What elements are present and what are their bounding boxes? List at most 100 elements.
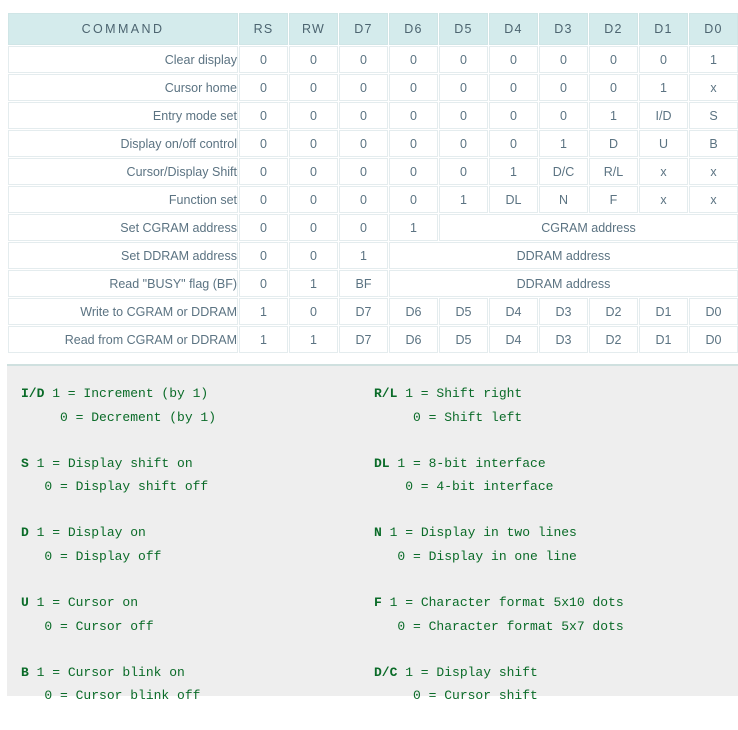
table-row: Entry mode set 0 0 0 0 0 0 0 1 I/D S (8, 102, 738, 129)
column-header-rs: RS (239, 13, 288, 45)
legend-group: N 1 = Display in two lines 0 = Display i… (374, 521, 624, 568)
bit-cell: U (639, 130, 688, 157)
column-header-command: COMMAND (8, 13, 238, 45)
legend-line-one: I/D 1 = Increment (by 1) (21, 382, 216, 406)
bit-cell: 0 (339, 158, 388, 185)
bit-cell: 0 (289, 242, 338, 269)
bit-cell: D2 (589, 326, 638, 353)
legend-value-on: 1 = Cursor on (28, 595, 139, 611)
legend-key-label: N (374, 525, 382, 541)
bit-cell: B (689, 130, 738, 157)
legend-line-one: F 1 = Character format 5x10 dots (374, 591, 624, 615)
command-name-cell: Set CGRAM address (8, 214, 238, 241)
bit-cell: 0 (389, 158, 438, 185)
hd44780-command-table: COMMAND RS RW D7 D6 D5 D4 D3 D2 D1 D0 Cl… (7, 12, 738, 354)
bit-cell: 1 (339, 242, 388, 269)
table-row: Set DDRAM address 0 0 1 DDRAM address (8, 242, 738, 269)
table-row: Cursor home 0 0 0 0 0 0 0 0 1 x (8, 74, 738, 101)
bit-cell: D5 (439, 326, 488, 353)
bit-cell: 0 (339, 186, 388, 213)
legend-inner: I/D 1 = Increment (by 1) 0 = Decrement (… (7, 366, 738, 703)
legend-group: D/C 1 = Display shift 0 = Cursor shift (374, 661, 624, 708)
bit-cell: 0 (589, 46, 638, 73)
bit-cell: R/L (589, 158, 638, 185)
bit-cell: 0 (239, 130, 288, 157)
bit-cell: 0 (289, 158, 338, 185)
bit-cell: I/D (639, 102, 688, 129)
command-name-cell: Cursor/Display Shift (8, 158, 238, 185)
legend-panel: I/D 1 = Increment (by 1) 0 = Decrement (… (7, 364, 738, 703)
address-span-cell: DDRAM address (389, 242, 738, 269)
column-header-d0: D0 (689, 13, 738, 45)
bit-cell: 0 (489, 130, 538, 157)
legend-line-one: D/C 1 = Display shift (374, 661, 624, 685)
bit-cell: D1 (639, 298, 688, 325)
bit-cell: 0 (389, 46, 438, 73)
bit-cell: 1 (239, 326, 288, 353)
bit-cell: 0 (339, 214, 388, 241)
bit-cell: N (539, 186, 588, 213)
bit-cell: D0 (689, 326, 738, 353)
table-row: Display on/off control 0 0 0 0 0 0 1 D U B (8, 130, 738, 157)
command-name-cell: Read "BUSY" flag (BF) (8, 270, 238, 297)
legend-key-label: U (21, 595, 29, 611)
legend-value-on: 1 = 8-bit interface (389, 455, 546, 471)
legend-value-on: 1 = Display in two lines (381, 525, 577, 541)
bit-cell: D (589, 130, 638, 157)
bit-cell: 0 (339, 130, 388, 157)
command-name-cell: Clear display (8, 46, 238, 73)
bit-cell: F (589, 186, 638, 213)
command-name-cell: Read from CGRAM or DDRAM (8, 326, 238, 353)
legend-line-two: 0 = Cursor off (21, 618, 154, 634)
bit-cell: 0 (339, 46, 388, 73)
address-span-cell: DDRAM address (389, 270, 738, 297)
legend-group: D 1 = Display on 0 = Display off (21, 521, 216, 568)
bit-cell: D0 (689, 298, 738, 325)
legend-line-two: 0 = Shift left (374, 409, 523, 425)
table-row: Function set 0 0 0 0 1 DL N Fx x (8, 186, 738, 213)
header-row: COMMAND RS RW D7 D6 D5 D4 D3 D2 D1 D0 (8, 13, 738, 45)
legend-key-label: S (21, 455, 29, 471)
column-header-d3: D3 (539, 13, 588, 45)
bit-cell: 0 (289, 130, 338, 157)
legend-line-two: 0 = Display shift off (21, 479, 209, 495)
legend-value-on: 1 = Display on (28, 525, 146, 541)
column-header-d1: D1 (639, 13, 688, 45)
bit-cell: 0 (239, 242, 288, 269)
legend-group: S 1 = Display shift on 0 = Display shift… (21, 452, 216, 499)
bit-cell: x (689, 186, 738, 213)
column-header-d7: D7 (339, 13, 388, 45)
bit-cell: D6 (389, 298, 438, 325)
bit-cell: 1 (289, 270, 338, 297)
bit-cell: 0 (389, 102, 438, 129)
bit-cell: 0 (489, 102, 538, 129)
legend-line-two: 0 = 4-bit interface (374, 479, 554, 495)
bit-cell: 1 (389, 214, 438, 241)
bit-cell: 0 (239, 186, 288, 213)
bit-cell: 0 (439, 102, 488, 129)
legend-group: I/D 1 = Increment (by 1) 0 = Decrement (… (21, 382, 216, 429)
bit-cell: D7 (339, 298, 388, 325)
bit-cell: 0 (239, 46, 288, 73)
legend-line-two: 0 = Cursor blink off (21, 688, 201, 704)
bit-cell: 0 (239, 158, 288, 185)
legend-group: F 1 = Character format 5x10 dots 0 = Cha… (374, 591, 624, 638)
bit-cell: x (639, 186, 688, 213)
bit-cell: 0 (289, 214, 338, 241)
legend-value-on: 1 = Character format 5x10 dots (381, 595, 624, 611)
command-name-cell: Cursor home (8, 74, 238, 101)
bit-cell: D5 (439, 298, 488, 325)
table-row: Write to CGRAM or DDRAM 1 0 D7 D6 D5 D4 D3 D2 D1 D… (8, 298, 738, 325)
command-name-cell: Write to CGRAM or DDRAM (8, 298, 238, 325)
page-root: COMMAND RS RW D7 D6 D5 D4 D3 D2 D1 D0 Cl… (0, 0, 738, 703)
bit-cell: 0 (289, 298, 338, 325)
table-row: Read "BUSY" flag (BF) 0 1 BF DDRAM address (8, 270, 738, 297)
column-header-rw: RW (289, 13, 338, 45)
bit-cell: 1 (539, 130, 588, 157)
legend-group: R/L 1 = Shift right 0 = Shift left (374, 382, 624, 429)
legend-line-one: R/L 1 = Shift right (374, 382, 624, 406)
bit-cell: D4 (489, 298, 538, 325)
legend-key-label: D (21, 525, 29, 541)
legend-line-two: 0 = Display off (21, 548, 162, 564)
legend-key-label: D/C (374, 664, 398, 680)
